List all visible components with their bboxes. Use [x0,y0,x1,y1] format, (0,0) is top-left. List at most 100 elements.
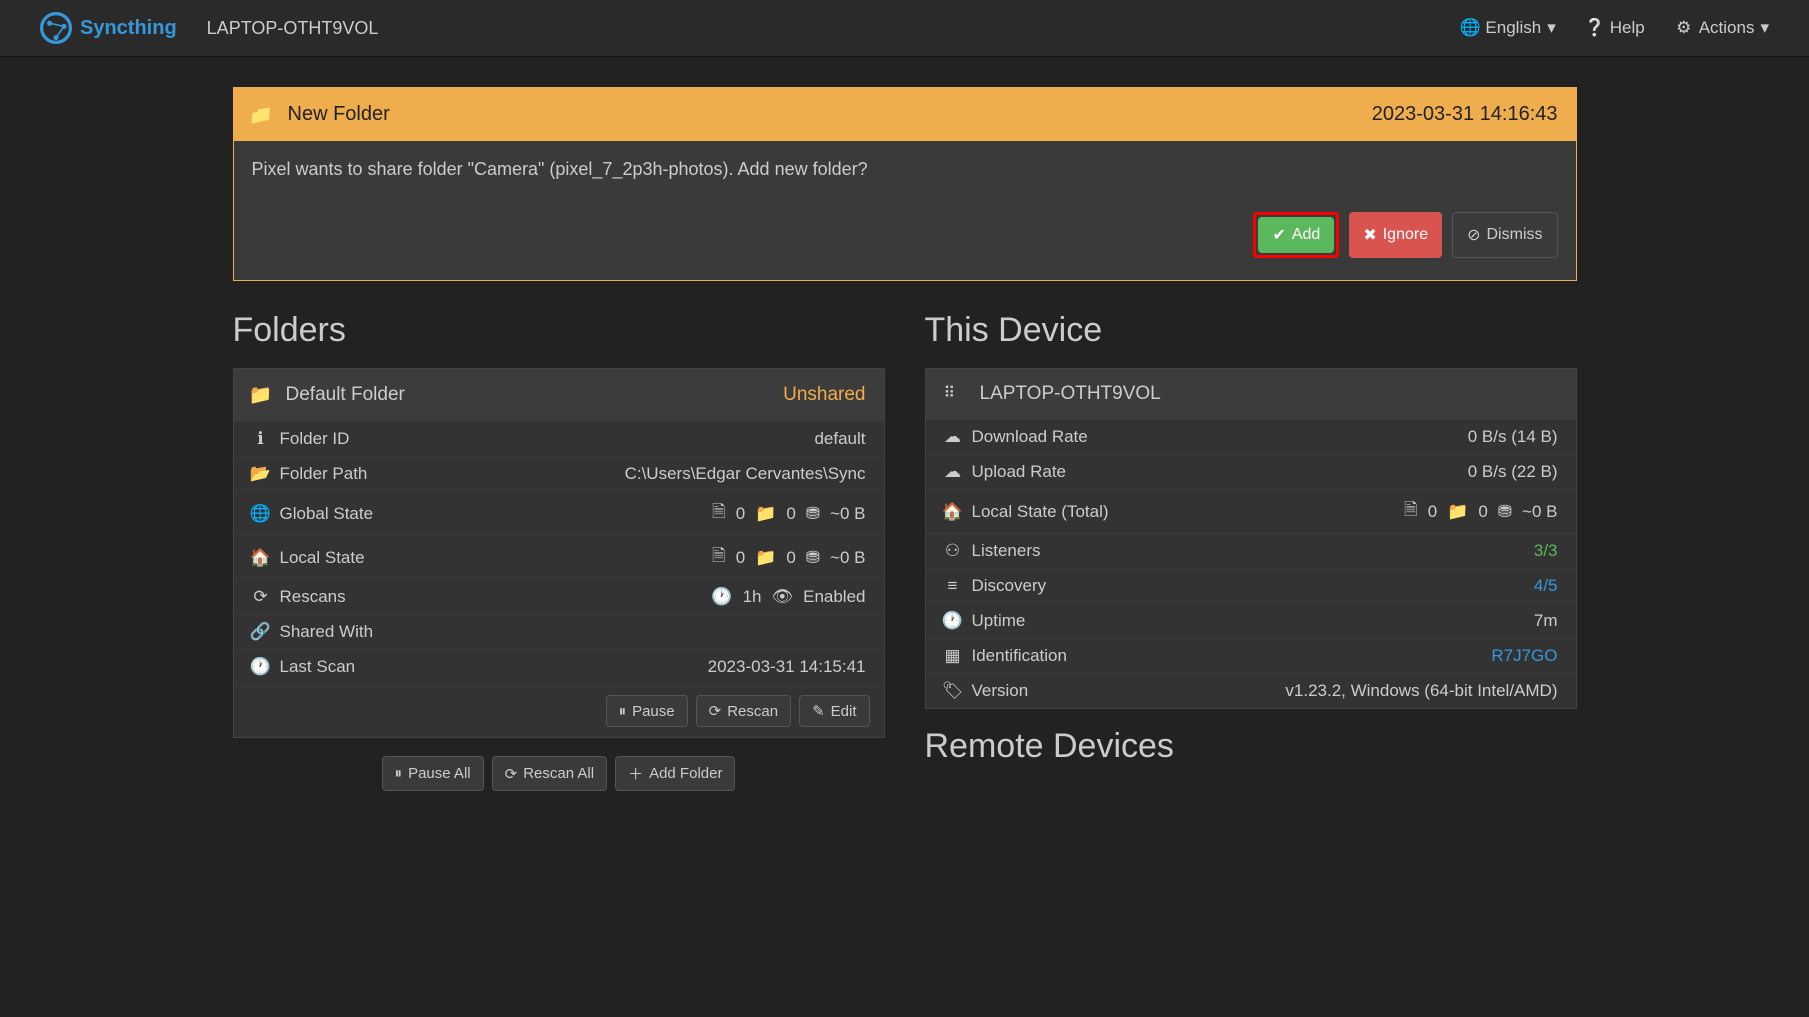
size: ~0 B [830,548,865,568]
row-local-state: 🏠Local State 🗎0 📁0 ⛃~0 B [234,535,884,579]
navbar-device-name: LAPTOP-OTHT9VOL [207,18,379,39]
refresh-icon: ⟳ [252,587,270,607]
sliders-icon: ≡ [944,576,962,596]
pause-button[interactable]: ⏸Pause [606,695,688,727]
folder-icon: 📁 [755,504,776,524]
gear-icon: ⚙ [1675,18,1693,38]
label: Pause All [408,765,471,782]
navbar: Syncthing LAPTOP-OTHT9VOL 🌐 English ▾ ❔ … [0,0,1809,57]
ignore-label: Ignore [1383,226,1428,244]
ignore-button[interactable]: ✖ Ignore [1349,212,1442,258]
add-button[interactable]: ✔ Add [1258,217,1334,253]
label: Download Rate [972,427,1088,447]
tag-icon: 🏷 [944,681,962,701]
row-folder-id: ℹFolder ID default [234,421,884,456]
files: 0 [736,548,745,568]
label: Pause [632,703,675,720]
value: 0 B/s (22 B) [1468,462,1558,482]
label: Listeners [972,541,1041,561]
row-shared-with: 🔗Shared With [234,614,884,649]
label: Discovery [972,576,1047,596]
device-panel: LAPTOP-OTHT9VOL ☁Download Rate 0 B/s (14… [925,368,1577,709]
disk-icon: ⛃ [1498,502,1512,522]
row-last-scan: 🕐Last Scan 2023-03-31 14:15:41 [234,649,884,684]
help-icon: ❔ [1586,18,1604,38]
value: 7m [1534,611,1558,631]
notification-footer: ✔ Add ✖ Ignore ⊘ Dismiss [234,198,1576,280]
label: Identification [972,646,1067,666]
pause-all-button[interactable]: ⏸ Pause All [382,756,484,791]
refresh-icon: ⟳ [709,702,722,720]
actions-label: Actions [1699,18,1755,38]
row-global-state: 🌐Global State 🗎0 📁0 ⛃~0 B [234,491,884,535]
row-download-rate: ☁Download Rate 0 B/s (14 B) [926,419,1576,454]
row-identification: ▦Identification R7J7GO [926,638,1576,673]
folder-name: Default Folder [286,384,405,406]
this-device-title: This Device [925,311,1577,350]
language-label: English [1485,18,1541,38]
dirs: 0 [786,504,795,524]
pencil-icon: ✎ [812,702,825,720]
cloud-upload-icon: ☁ [944,462,962,482]
folder-panel-header[interactable]: 📁 Default Folder Unshared [234,369,884,421]
device-name: LAPTOP-OTHT9VOL [980,383,1161,405]
device-icon [944,385,964,403]
pause-icon: ⏸ [395,765,403,782]
row-local-state-total: 🏠Local State (Total) 🗎0 📁0 ⛃~0 B [926,489,1576,533]
size: ~0 B [1522,502,1557,522]
folder-icon: 📁 [1447,502,1468,522]
label: Rescans [280,587,346,607]
disk-icon: ⛃ [806,548,820,568]
row-uptime: 🕐Uptime 7m [926,603,1576,638]
label: Local State [280,548,365,568]
device-panel-header[interactable]: LAPTOP-OTHT9VOL [926,369,1576,419]
globe-icon: 🌐 [1461,18,1479,38]
eye-icon: 👁 [772,587,794,607]
label: Folder ID [280,429,350,449]
value: v1.23.2, Windows (64-bit Intel/AMD) [1285,681,1557,701]
row-upload-rate: ☁ Upload Rate 0 B/s (22 B) [926,454,1576,489]
add-folder-button[interactable]: ＋Add Folder [615,756,735,791]
label: Upload Rate [972,462,1067,482]
interval: 1h [743,587,762,607]
help-link[interactable]: ❔ Help [1586,18,1645,38]
row-folder-path: 📂Folder Path C:\Users\Edgar Cervantes\Sy… [234,456,884,491]
language-menu[interactable]: 🌐 English ▾ [1461,18,1555,38]
caret-down-icon: ▾ [1547,18,1556,38]
home-icon: 🏠 [252,548,270,568]
home-icon: 🏠 [944,502,962,522]
dismiss-button[interactable]: ⊘ Dismiss [1452,212,1557,258]
label: Last Scan [280,657,356,677]
value[interactable]: 4/5 [1534,576,1558,596]
check-icon: ✔ [1272,225,1285,245]
globe-icon: 🌐 [252,504,270,524]
actions-menu[interactable]: ⚙ Actions ▾ [1675,18,1769,38]
files: 0 [736,504,745,524]
navbar-right: 🌐 English ▾ ❔ Help ⚙ Actions ▾ [1461,18,1769,38]
file-icon: 🗎 [712,499,726,528]
remote-devices-title: Remote Devices [925,727,1577,766]
brand[interactable]: Syncthing [40,12,177,44]
folder-icon: 📁 [252,383,270,407]
size: ~0 B [830,504,865,524]
folder-open-icon: 📂 [252,464,270,484]
notification-header: 📁 New Folder 2023-03-31 14:16:43 [234,88,1576,141]
label: Folder Path [280,464,368,484]
value: 0 B/s (14 B) [1468,427,1558,447]
disk-icon: ⛃ [806,504,820,524]
help-label: Help [1610,18,1645,38]
dirs: 0 [1478,502,1487,522]
file-icon: 🗎 [1404,497,1418,526]
brand-text: Syncthing [80,17,177,40]
row-version: 🏷Version v1.23.2, Windows (64-bit Intel/… [926,673,1576,708]
edit-button[interactable]: ✎Edit [799,695,869,727]
share-folder-notification: 📁 New Folder 2023-03-31 14:16:43 Pixel w… [233,87,1577,281]
label: Add Folder [649,765,722,782]
caret-down-icon: ▾ [1760,18,1769,38]
add-button-highlight: ✔ Add [1253,212,1339,258]
dirs: 0 [786,548,795,568]
rescan-button[interactable]: ⟳Rescan [696,695,791,727]
rescan-all-button[interactable]: ⟳Rescan All [492,756,607,791]
folder-icon: 📁 [755,548,776,568]
value[interactable]: R7J7GO [1491,646,1557,666]
